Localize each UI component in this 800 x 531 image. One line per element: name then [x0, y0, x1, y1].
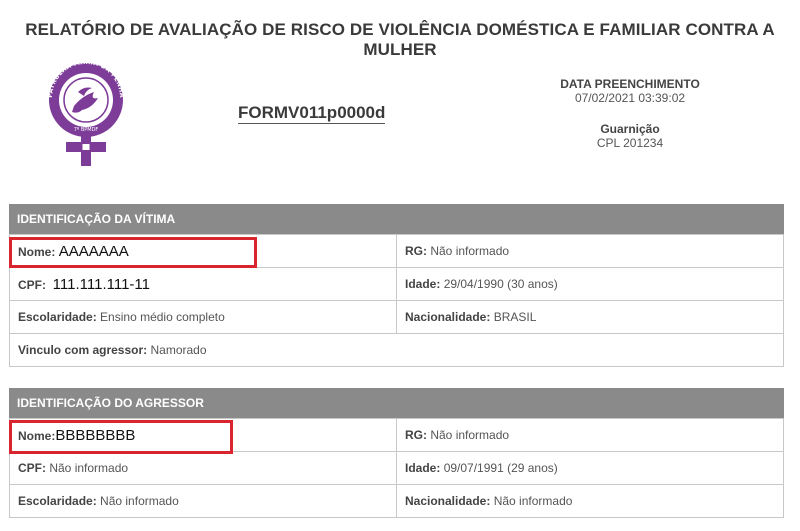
- aggressor-cpf-value: Não informado: [49, 461, 129, 475]
- victim-cpf-label: CPF:: [18, 277, 46, 292]
- aggressor-nationality-cell: Nacionalidade: Não informado: [396, 484, 784, 518]
- aggressor-education-cell: Escolaridade: Não informado: [9, 484, 397, 518]
- patrulha-maria-da-penha-logo: PATRULHA MARIA DA PENHA 7º BPMDF: [47, 62, 125, 166]
- aggressor-age-value: 09/07/1991 (29 anos): [443, 461, 558, 475]
- table-row: CPF: 111.111.111-11 Idade: 29/04/1990 (3…: [9, 267, 784, 301]
- victim-rg-value: Não informado: [430, 244, 510, 258]
- victim-name-highlight: [9, 237, 257, 268]
- victim-cpf-value: 111.111.111-11: [52, 275, 150, 293]
- aggressor-nationality-label: Nacionalidade:: [405, 494, 491, 508]
- aggressor-name-highlight: [9, 420, 233, 454]
- aggressor-rg-cell: RG: Não informado: [396, 418, 784, 452]
- form-code: FORMV011p0000d: [238, 103, 386, 124]
- victim-education-value: Ensino médio completo: [100, 310, 225, 324]
- aggressor-rg-value: Não informado: [430, 428, 510, 442]
- victim-nationality-cell: Nacionalidade: BRASIL: [396, 300, 784, 334]
- victim-age-label: Idade:: [405, 277, 441, 291]
- aggressor-cpf-cell: CPF: Não informado: [9, 451, 397, 485]
- aggressor-education-value: Não informado: [100, 494, 179, 508]
- aggressor-age-cell: Idade: 09/07/1991 (29 anos): [396, 451, 784, 485]
- table-row: Escolaridade: Ensino médio completo Naci…: [9, 300, 784, 334]
- table-row: Vinculo com agressor: Namorado: [9, 333, 784, 367]
- victim-section-header: IDENTIFICAÇÃO DA VÍTIMA: [9, 204, 784, 234]
- report-title-line-1: RELATÓRIO DE AVALIAÇÃO DE RISCO DE VIOLÊ…: [25, 20, 775, 39]
- table-row: Escolaridade: Não informado Nacionalidad…: [9, 484, 784, 518]
- victim-section: IDENTIFICAÇÃO DA VÍTIMA Nome: AAAAAAA RG…: [9, 204, 784, 367]
- report-title-line-2: MULHER: [363, 40, 437, 59]
- unit-label: Guarnição: [600, 122, 660, 136]
- fill-date-value: 07/02/2021 03:39:02: [574, 91, 686, 105]
- report-title: RELATÓRIO DE AVALIAÇÃO DE RISCO DE VIOLÊ…: [0, 20, 800, 60]
- aggressor-nationality-value: Não informado: [493, 494, 573, 508]
- fill-date-label: DATA PREENCHIMENTO: [560, 77, 700, 91]
- victim-age-value: 29/04/1990 (30 anos): [443, 277, 558, 291]
- victim-age-cell: Idade: 29/04/1990 (30 anos): [396, 267, 784, 301]
- fill-date-block: DATA PREENCHIMENTO 07/02/2021 03:39:02: [545, 77, 715, 105]
- aggressor-rg-label: RG:: [405, 428, 427, 442]
- logo-bottom-text: 7º BPMDF: [74, 127, 99, 133]
- victim-education-cell: Escolaridade: Ensino médio completo: [9, 300, 397, 334]
- victim-relation-cell: Vinculo com agressor: Namorado: [9, 333, 784, 367]
- aggressor-cpf-label: CPF:: [18, 461, 46, 475]
- victim-relation-value: Namorado: [150, 343, 207, 357]
- victim-rg-label: RG:: [405, 244, 427, 258]
- aggressor-section-header: IDENTIFICAÇÃO DO AGRESSOR: [9, 388, 784, 418]
- victim-cpf-cell: CPF: 111.111.111-11: [9, 267, 397, 301]
- aggressor-education-label: Escolaridade:: [18, 494, 97, 508]
- victim-education-label: Escolaridade:: [18, 310, 97, 324]
- unit-value: CPL 201234: [596, 136, 664, 150]
- victim-relation-label: Vinculo com agressor:: [18, 343, 148, 357]
- unit-block: Guarnição CPL 201234: [545, 122, 715, 150]
- victim-rg-cell: RG: Não informado: [396, 234, 784, 268]
- table-row: CPF: Não informado Idade: 09/07/1991 (29…: [9, 451, 784, 485]
- aggressor-age-label: Idade:: [405, 461, 441, 475]
- victim-nationality-label: Nacionalidade:: [405, 310, 491, 324]
- victim-nationality-value: BRASIL: [493, 310, 537, 324]
